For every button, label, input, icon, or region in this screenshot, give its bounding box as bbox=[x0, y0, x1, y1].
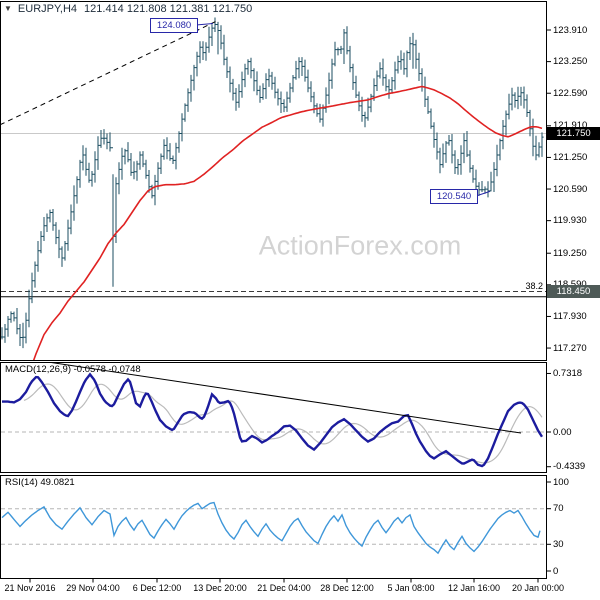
price-tick-label: 117.930 bbox=[553, 310, 587, 322]
swing-high-annotation[interactable]: 124.080 bbox=[150, 18, 198, 33]
price-tick-label: 119.930 bbox=[553, 215, 587, 227]
symbol-timeframe-label: EURJPY,H4 bbox=[17, 3, 78, 15]
rsi-panel[interactable] bbox=[1, 501, 546, 555]
rsi-tick-label: 70 bbox=[553, 503, 564, 515]
macd-panel[interactable] bbox=[1, 362, 546, 468]
rsi-line[interactable] bbox=[1, 501, 541, 555]
current-price-badge: 121.750 bbox=[547, 127, 600, 140]
time-tick-label: 6 Dec 12:00 bbox=[132, 583, 182, 593]
ohlc-values-label: 121.414 121.808 121.381 121.750 bbox=[84, 3, 253, 15]
rsi-tick-label: 0 bbox=[553, 565, 559, 577]
time-tick-label: 12 Jan 16:00 bbox=[447, 583, 501, 593]
chart-title: ▼ EURJPY,H4 121.414 121.808 121.381 121.75… bbox=[4, 3, 252, 15]
swing-high-annotation-tail bbox=[195, 23, 214, 26]
price-tick-label: 123.910 bbox=[553, 24, 588, 36]
mt4-chart-window: ActionForex.com ▼ EURJPY,H4 121.414 121.80… bbox=[0, 0, 600, 600]
ohlc-bars[interactable] bbox=[1, 17, 543, 349]
macd-tick-label: -0.4339 bbox=[553, 461, 586, 473]
macd-tick-label: 0.7318 bbox=[553, 367, 583, 379]
rsi-tick-label: 100 bbox=[553, 476, 569, 488]
swing-low-annotation[interactable]: 120.540 bbox=[430, 189, 478, 204]
chart-canvas[interactable] bbox=[0, 0, 600, 600]
time-tick-label: 28 Dec 12:00 bbox=[320, 583, 374, 593]
time-tick-label: 5 Jan 08:00 bbox=[387, 583, 435, 593]
rsi-panel-border bbox=[0, 475, 547, 579]
price-tick-label: 117.270 bbox=[553, 342, 587, 354]
fib-price-badge: 118.450 bbox=[547, 285, 600, 298]
resistance-trendline[interactable] bbox=[0, 20, 218, 125]
main-panel-border bbox=[0, 1, 547, 361]
time-tick-label: 21 Nov 2016 bbox=[4, 583, 56, 593]
price-tick-label: 123.250 bbox=[553, 56, 588, 68]
fib-percent-label: 38.2 bbox=[525, 281, 543, 291]
price-tick-label: 120.590 bbox=[553, 183, 588, 195]
time-tick-label: 13 Dec 20:00 bbox=[193, 583, 247, 593]
macd-panel-border bbox=[0, 362, 547, 473]
price-tick-label: 121.250 bbox=[553, 151, 588, 163]
chevron-down-icon[interactable]: ▼ bbox=[4, 4, 12, 13]
price-tick-label: 122.590 bbox=[553, 87, 588, 99]
time-tick-label: 21 Dec 04:00 bbox=[257, 583, 311, 593]
macd-tick-label: 0.00 bbox=[553, 426, 572, 438]
macd-indicator-label: MACD(12,26,9) -0.0578 -0.0748 bbox=[5, 364, 141, 375]
time-tick-label: 20 Jan 00:00 bbox=[511, 583, 565, 593]
price-tick-label: 119.250 bbox=[553, 247, 587, 259]
rsi-indicator-label: RSI(14) 49.0821 bbox=[5, 477, 75, 488]
moving-average-line[interactable] bbox=[30, 85, 543, 371]
rsi-tick-label: 30 bbox=[553, 538, 564, 550]
time-tick-label: 29 Nov 04:00 bbox=[66, 583, 120, 593]
macd-main-line[interactable] bbox=[2, 372, 544, 468]
ohlc-open-close-ticks bbox=[1, 24, 544, 338]
